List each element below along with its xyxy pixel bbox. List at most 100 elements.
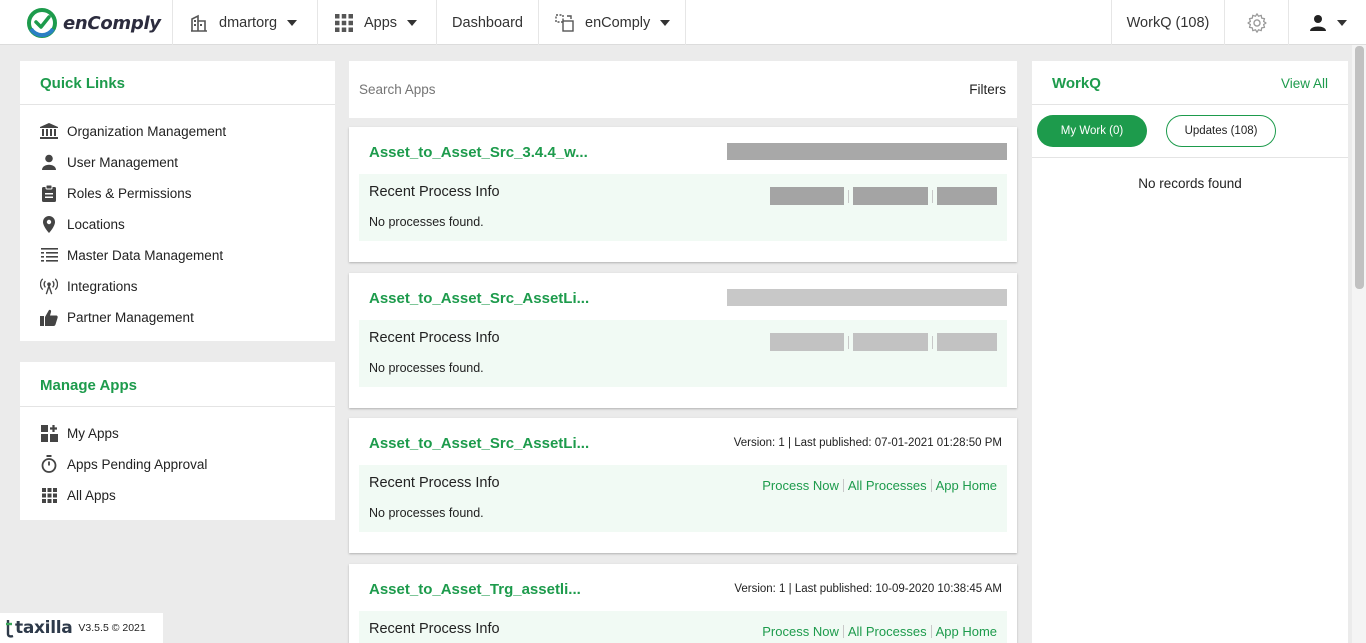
manage-apps-label: My Apps — [67, 425, 119, 441]
encomply-logo-icon — [27, 8, 57, 38]
process-now-link[interactable]: Process Now — [762, 624, 839, 639]
search-input[interactable] — [359, 78, 859, 100]
quick-link-roles-permissions[interactable]: Roles & Permissions — [40, 184, 192, 202]
user-menu[interactable] — [1288, 0, 1366, 45]
process-status: No processes found. — [369, 215, 484, 229]
quick-link-label: Master Data Management — [67, 247, 224, 263]
loading-placeholder — [727, 289, 1007, 306]
product-name: enComply — [585, 14, 651, 31]
taxilla-logo-icon — [6, 620, 14, 638]
quick-link-label: Locations — [67, 216, 125, 232]
quick-link-partner-management[interactable]: Partner Management — [40, 308, 194, 326]
dashboard-link[interactable]: Dashboard — [436, 0, 538, 45]
my-work-tab[interactable]: My Work (0) — [1037, 115, 1147, 147]
app-version-info: Version: 1 | Last published: 10-09-2020 … — [734, 583, 1002, 595]
all-processes-link[interactable]: All Processes — [848, 478, 927, 493]
app-card-title[interactable]: Asset_to_Asset_Src_AssetLi... — [369, 290, 589, 307]
chevron-down-icon — [660, 19, 671, 26]
updates-tab[interactable]: Updates (108) — [1166, 115, 1276, 147]
separator — [842, 625, 844, 638]
app-card: Asset_to_Asset_Src_AssetLi... Version: 1… — [349, 418, 1017, 553]
empty-state-message: No records found — [1138, 176, 1242, 191]
chevron-down-icon — [407, 19, 418, 26]
view-all-link[interactable]: View All — [1281, 76, 1328, 91]
loading-placeholder — [937, 187, 997, 205]
separator — [932, 189, 933, 203]
app-card-title[interactable]: Asset_to_Asset_Trg_assetli... — [369, 581, 581, 598]
product-switcher[interactable]: enComply — [538, 0, 686, 45]
recent-process-info: Recent Process Info No processes found. — [359, 174, 1007, 241]
quick-link-locations[interactable]: Locations — [40, 215, 125, 233]
recent-process-heading: Recent Process Info — [369, 184, 500, 200]
brand-name: enComply — [63, 12, 161, 34]
grid-icon — [335, 13, 353, 32]
switch-app-icon — [555, 13, 574, 32]
app-home-link[interactable]: App Home — [936, 624, 997, 639]
gear-icon — [1246, 12, 1267, 33]
app-home-link[interactable]: App Home — [936, 478, 997, 493]
app-card: Asset_to_Asset_Src_AssetLi... Recent Pro… — [349, 273, 1017, 408]
scrollbar-thumb[interactable] — [1355, 46, 1364, 289]
process-status: No processes found. — [369, 506, 484, 520]
user-icon — [40, 153, 58, 171]
apps-label: Apps — [364, 14, 398, 31]
search-bar: Filters — [349, 61, 1017, 118]
separator — [842, 479, 844, 492]
recent-process-info: Recent Process Info Process Now All Proc… — [359, 611, 1007, 643]
loading-placeholder — [853, 187, 928, 205]
quick-link-label: Organization Management — [67, 123, 227, 139]
app-card-title[interactable]: Asset_to_Asset_Src_3.4.4_w... — [369, 144, 588, 161]
process-status: No processes found. — [369, 361, 484, 375]
workq-count: WorkQ (108) — [1126, 14, 1210, 31]
recent-process-heading: Recent Process Info — [369, 330, 500, 346]
manage-apps-all-apps[interactable]: All Apps — [40, 486, 116, 504]
quick-link-label: Roles & Permissions — [67, 185, 192, 201]
chevron-down-icon — [287, 19, 298, 26]
brand-logo[interactable]: enComply — [26, 7, 161, 39]
loading-placeholder — [937, 333, 997, 351]
recent-process-heading: Recent Process Info — [369, 621, 500, 637]
card-actions-loading — [770, 333, 997, 351]
quick-link-label: User Management — [67, 154, 179, 170]
org-name: dmartorg — [219, 14, 278, 31]
separator — [848, 335, 849, 349]
building-icon — [191, 14, 207, 32]
quick-link-organization-management[interactable]: Organization Management — [40, 122, 226, 140]
all-processes-link[interactable]: All Processes — [848, 624, 927, 639]
loading-placeholder — [770, 187, 844, 205]
quick-link-label: Integrations — [67, 278, 138, 294]
app-version-info: Version: 1 | Last published: 07-01-2021 … — [733, 437, 1002, 449]
recent-process-heading: Recent Process Info — [369, 475, 500, 491]
clipboard-icon — [40, 184, 58, 202]
apps-menu[interactable]: Apps — [317, 0, 436, 45]
workq-link[interactable]: WorkQ (108) — [1111, 0, 1224, 45]
org-switcher[interactable]: dmartorg — [172, 0, 317, 45]
app-card-title[interactable]: Asset_to_Asset_Src_AssetLi... — [369, 435, 589, 452]
manage-apps-my-apps[interactable]: My Apps — [40, 424, 119, 442]
settings-button[interactable] — [1224, 0, 1288, 45]
footer-brand: taxilla — [15, 618, 73, 638]
divider — [1032, 104, 1348, 105]
process-now-link[interactable]: Process Now — [762, 478, 839, 493]
manage-apps-pending-approval[interactable]: Apps Pending Approval — [40, 455, 207, 473]
filters-button[interactable]: Filters — [969, 82, 1006, 97]
apps-plus-icon — [40, 424, 58, 442]
thumbs-up-icon — [40, 308, 58, 326]
quick-link-user-management[interactable]: User Management — [40, 153, 178, 171]
separator — [930, 625, 932, 638]
footer: taxilla V3.5.5 © 2021 — [0, 613, 163, 643]
separator — [930, 479, 932, 492]
page-scrollbar[interactable] — [1352, 45, 1366, 643]
app-card: Asset_to_Asset_Trg_assetli... Version: 1… — [349, 564, 1017, 643]
loading-placeholder — [770, 333, 844, 351]
quick-link-integrations[interactable]: Integrations — [40, 277, 138, 295]
footer-version: V3.5.5 © 2021 — [78, 622, 146, 634]
separator — [932, 335, 933, 349]
bank-icon — [40, 122, 58, 140]
quick-link-master-data-management[interactable]: Master Data Management — [40, 246, 223, 264]
manage-apps-panel: Manage Apps My Apps Apps Pending Approva… — [20, 362, 335, 520]
manage-apps-title: Manage Apps — [40, 377, 137, 394]
card-actions: Process Now All Processes App Home — [762, 624, 997, 639]
separator — [848, 189, 849, 203]
chevron-down-icon — [1336, 19, 1347, 26]
